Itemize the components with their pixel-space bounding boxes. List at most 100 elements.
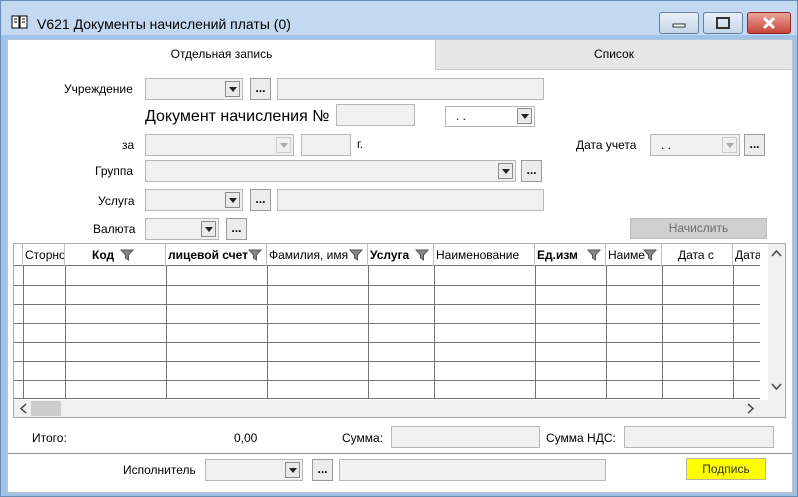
calculate-button[interactable]: Начислить xyxy=(630,218,767,239)
chevron-down-icon[interactable] xyxy=(498,163,513,179)
column-header[interactable]: Дата с xyxy=(662,244,733,266)
vertical-scrollbar[interactable] xyxy=(768,244,785,401)
document-number-input[interactable] xyxy=(336,104,415,126)
grid-header: Сторно Код лицевой счет Фамилия, имя Усл… xyxy=(14,244,760,266)
table-row[interactable] xyxy=(14,380,760,381)
chevron-down-icon[interactable] xyxy=(225,81,240,97)
document-date-picker[interactable]: . . xyxy=(445,106,535,127)
column-header-label: Дата с xyxy=(678,248,714,262)
document-date-value: . . xyxy=(456,109,467,123)
currency-browse-button[interactable]: ... xyxy=(226,218,247,240)
divider xyxy=(8,453,792,454)
group-browse-button[interactable]: ... xyxy=(521,160,542,182)
sign-button[interactable]: Подпись xyxy=(686,458,766,480)
window-title: V621 Документы начислений платы (0) xyxy=(37,16,291,32)
form-client-area: Отдельная запись Список Учреждение ... Д… xyxy=(7,39,793,493)
column-header[interactable]: Ед.изм xyxy=(535,244,606,266)
column-header-label: Ед.изм xyxy=(537,248,578,262)
account-date-browse-button[interactable]: ... xyxy=(744,134,765,156)
column-header[interactable]: Услуга xyxy=(368,244,434,266)
period-year-input[interactable] xyxy=(301,134,351,156)
table-row[interactable] xyxy=(14,361,760,362)
column-header-label: Код xyxy=(92,248,115,262)
column-header[interactable]: Наименование xyxy=(434,244,535,266)
table-row[interactable] xyxy=(14,304,760,305)
executor-browse-button[interactable]: ... xyxy=(312,459,333,481)
service-name-field[interactable] xyxy=(277,189,544,211)
column-header[interactable]: лицевой счет xyxy=(166,244,267,266)
maximize-icon xyxy=(716,17,730,29)
column-header-label: Дата xyxy=(735,248,760,262)
row-selector-header xyxy=(14,244,23,266)
close-button[interactable] xyxy=(747,12,791,34)
column-header-label: лицевой счет xyxy=(168,248,249,262)
institution-combo[interactable] xyxy=(145,78,243,100)
currency-label: Валюта xyxy=(93,222,136,236)
institution-label: Учреждение xyxy=(64,82,133,96)
chevron-down-icon[interactable] xyxy=(771,383,782,391)
column-header[interactable]: Фамилия, имя xyxy=(267,244,368,266)
sum-field[interactable] xyxy=(391,426,540,448)
table-row[interactable] xyxy=(14,323,760,324)
horizontal-scrollbar[interactable] xyxy=(14,400,785,417)
column-header[interactable]: Код xyxy=(65,244,166,266)
service-browse-button[interactable]: ... xyxy=(250,189,271,211)
minimize-icon xyxy=(672,23,686,28)
column-header-label: Наиме xyxy=(608,248,645,262)
service-label: Услуга xyxy=(98,194,135,208)
filter-icon[interactable] xyxy=(120,248,134,262)
sum-label: Сумма: xyxy=(342,431,384,445)
chevron-up-icon[interactable] xyxy=(771,249,782,257)
chevron-down-icon[interactable] xyxy=(276,137,291,153)
account-date-value: . . xyxy=(661,138,672,152)
book-icon xyxy=(11,15,28,29)
chevron-down-icon[interactable] xyxy=(285,462,300,478)
filter-icon[interactable] xyxy=(643,248,657,262)
account-date-label: Дата учета xyxy=(576,138,637,152)
tab-single-record[interactable]: Отдельная запись xyxy=(8,40,435,70)
institution-name-field[interactable] xyxy=(277,78,544,100)
column-header-label: Фамилия, имя xyxy=(269,248,349,262)
column-header[interactable]: Сторно xyxy=(23,244,65,266)
filter-icon[interactable] xyxy=(248,248,262,262)
executor-name-field[interactable] xyxy=(339,459,606,481)
app-window: V621 Документы начислений платы (0) Отде… xyxy=(0,0,798,497)
filter-icon[interactable] xyxy=(587,248,601,262)
executor-label: Исполнитель xyxy=(123,463,196,477)
minimize-button[interactable] xyxy=(659,12,699,34)
executor-combo[interactable] xyxy=(205,459,303,481)
chevron-down-icon[interactable] xyxy=(722,137,737,153)
account-date-picker[interactable]: . . xyxy=(650,134,740,156)
service-combo[interactable] xyxy=(145,189,243,211)
column-header[interactable]: Дата xyxy=(733,244,760,266)
scroll-thumb[interactable] xyxy=(31,401,61,416)
group-combo[interactable] xyxy=(145,160,516,182)
chevron-down-icon[interactable] xyxy=(517,108,532,124)
vat-sum-field[interactable] xyxy=(624,426,774,448)
institution-browse-button[interactable]: ... xyxy=(250,78,271,100)
filter-icon[interactable] xyxy=(415,248,429,262)
total-value: 0,00 xyxy=(234,431,258,445)
column-header[interactable]: Наиме xyxy=(606,244,662,266)
currency-combo[interactable] xyxy=(145,218,219,240)
tab-list[interactable]: Список xyxy=(435,40,792,70)
table-row[interactable] xyxy=(14,398,760,399)
close-icon xyxy=(762,16,776,30)
records-grid[interactable]: Сторно Код лицевой счет Фамилия, имя Усл… xyxy=(13,243,786,418)
group-label: Группа xyxy=(95,164,134,178)
column-header-label: Наименование xyxy=(436,248,520,262)
vat-sum-label: Сумма НДС: xyxy=(546,431,616,445)
table-row[interactable] xyxy=(14,285,760,286)
period-month-combo[interactable] xyxy=(145,134,294,156)
filter-icon[interactable] xyxy=(349,248,363,262)
maximize-button[interactable] xyxy=(703,12,743,34)
document-number-label: Документ начисления № xyxy=(145,108,330,125)
chevron-down-icon[interactable] xyxy=(225,192,240,208)
chevron-right-icon[interactable] xyxy=(747,403,755,414)
chevron-left-icon[interactable] xyxy=(19,403,27,414)
period-label: за xyxy=(122,138,135,152)
chevron-down-icon[interactable] xyxy=(201,221,216,237)
title-bar[interactable]: V621 Документы начислений платы (0) xyxy=(1,1,797,35)
table-row[interactable] xyxy=(14,342,760,343)
column-header-label: Услуга xyxy=(370,248,410,262)
